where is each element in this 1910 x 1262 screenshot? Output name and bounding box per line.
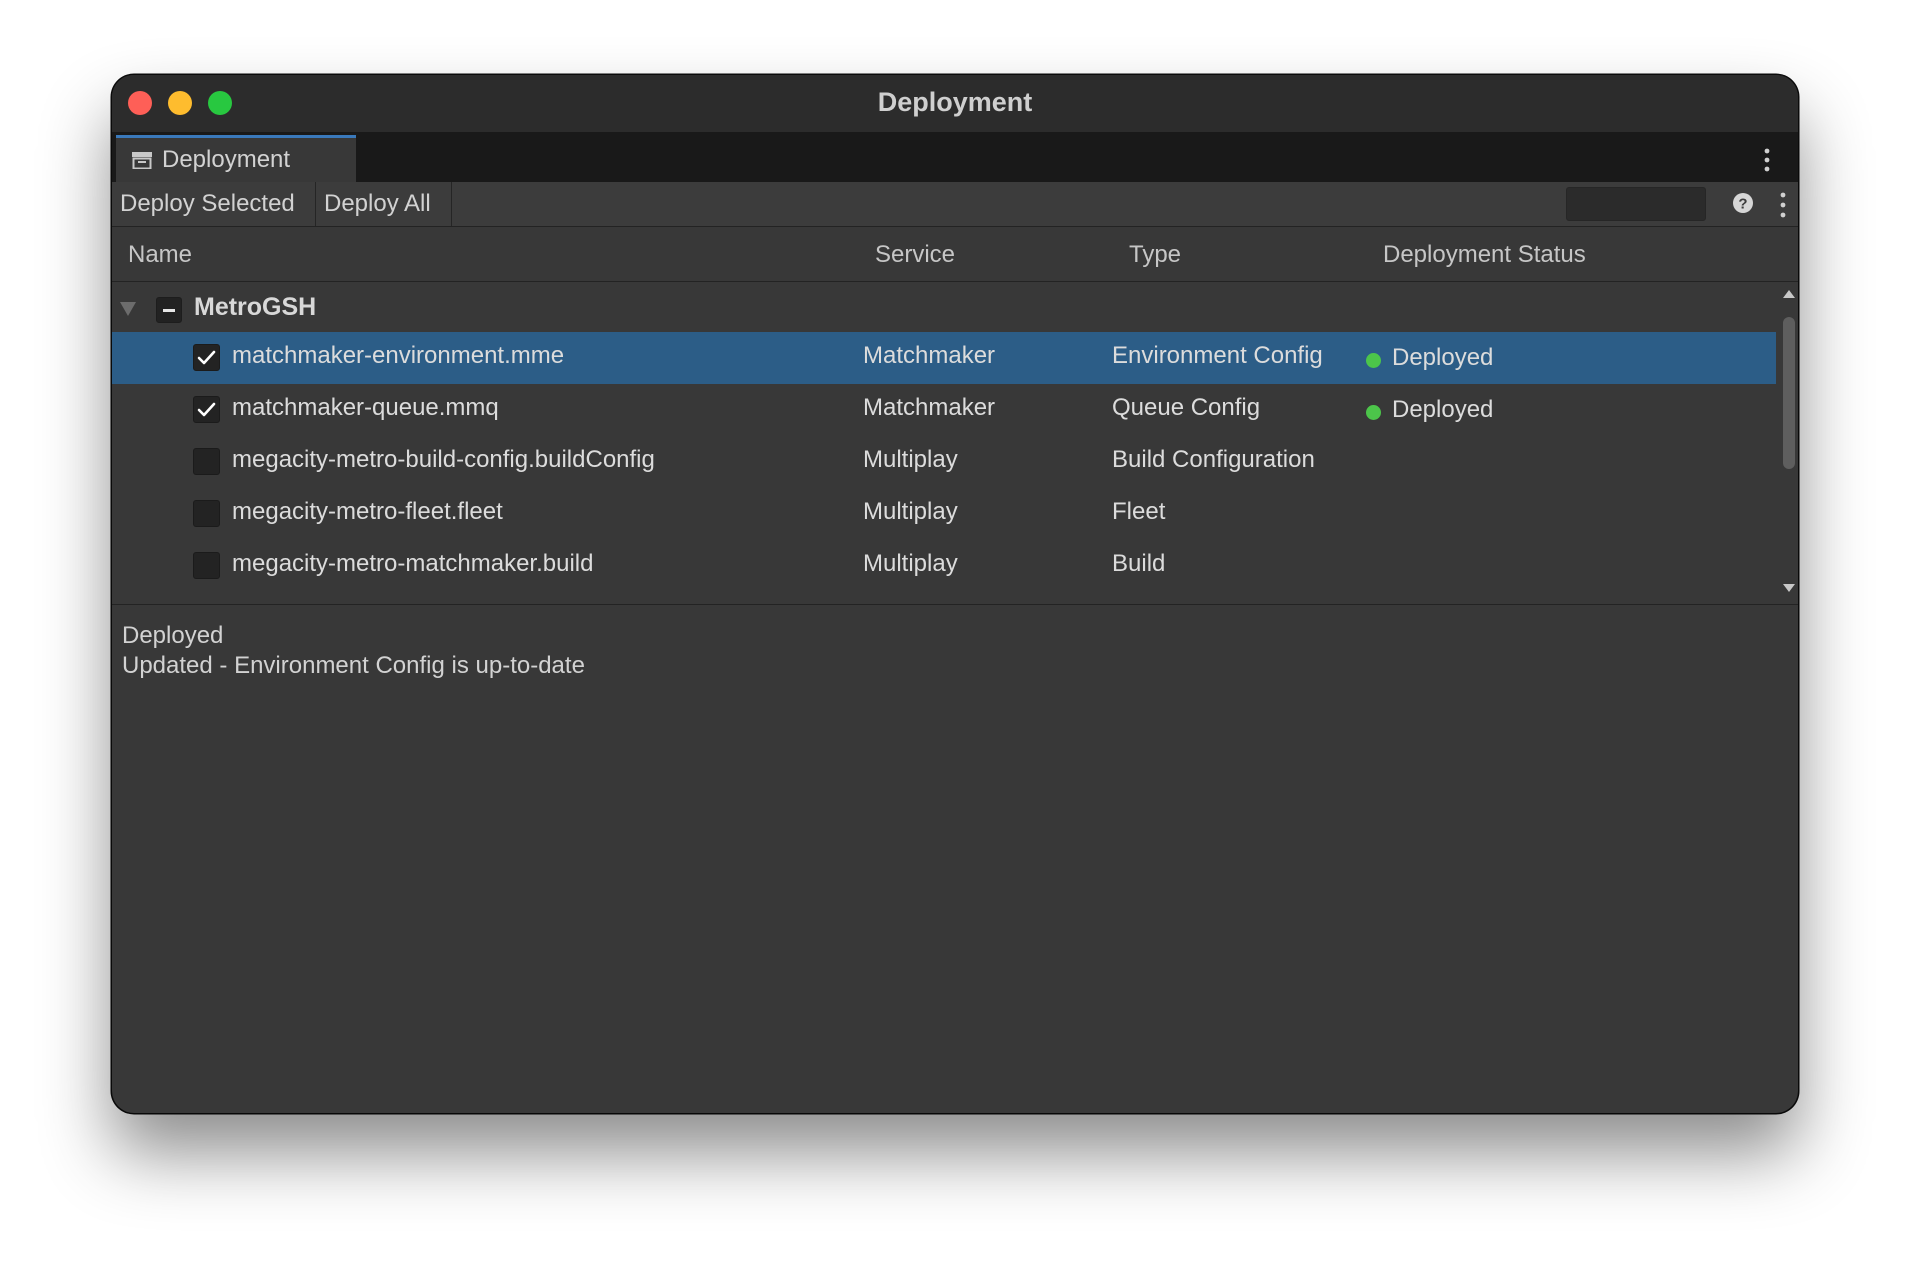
list-item[interactable]: megacity-metro-build-config.buildConfig … [112,436,1776,488]
window-title: Deployment [877,87,1033,117]
item-checkbox[interactable] [193,448,220,475]
group-checkbox[interactable] [156,297,182,323]
item-service: Multiplay [863,550,958,577]
item-checkbox[interactable] [193,344,220,371]
toolbar-kebab-menu-icon[interactable] [1780,192,1786,218]
scrollbar-thumb[interactable] [1783,317,1795,469]
svg-text:?: ? [1738,196,1747,213]
list-item[interactable]: matchmaker-queue.mmq Matchmaker Queue Co… [112,384,1776,436]
tab-bar: Deployment [112,132,1798,182]
column-header-service[interactable]: Service [875,241,955,269]
item-service: Multiplay [863,446,958,473]
item-service: Matchmaker [863,342,996,369]
deploy-all-button[interactable]: Deploy All [316,182,452,226]
item-name: matchmaker-environment.mme [232,342,565,369]
title-bar: Deployment [112,75,1798,132]
item-type: Build [1112,550,1166,577]
mixed-state-dash-icon [163,309,175,312]
deploy-selected-button[interactable]: Deploy Selected [112,182,316,226]
item-name: megacity-metro-fleet.fleet [232,498,503,525]
item-name: matchmaker-queue.mmq [232,394,499,421]
help-icon[interactable]: ? [1732,192,1754,214]
item-checkbox[interactable] [193,500,220,527]
deployment-tree: MetroGSH matchmaker-environment.mme Matc… [112,282,1798,605]
item-service: Multiplay [863,498,958,525]
scroll-down-arrow-icon[interactable] [1783,584,1795,592]
item-type: Fleet [1112,498,1166,525]
item-type: Environment Config [1112,342,1323,369]
scroll-up-arrow-icon[interactable] [1783,290,1795,298]
list-item[interactable]: megacity-metro-fleet.fleet Multiplay Fle… [112,488,1776,540]
item-service: Matchmaker [863,394,996,421]
column-header-deployment-status[interactable]: Deployment Status [1383,241,1586,269]
column-header-name[interactable]: Name [128,241,192,269]
checkmark-icon [197,350,216,365]
disclosure-triangle-icon[interactable] [120,302,136,316]
tab-deployment[interactable]: Deployment [116,135,356,182]
item-checkbox[interactable] [193,396,220,423]
tab-label: Deployment [162,146,291,173]
deployment-window-icon [132,152,152,169]
status-dot-icon [1366,353,1381,368]
column-header-row: Name Service Type Deployment Status [112,227,1798,282]
item-name: megacity-metro-build-config.buildConfig [232,446,655,473]
deployment-window: Deployment Deployment Deploy Selected De… [112,75,1798,1113]
item-checkbox[interactable] [193,552,220,579]
list-item[interactable]: matchmaker-environment.mme Matchmaker En… [112,332,1776,384]
item-status: Deployed [1392,396,1494,423]
group-label: MetroGSH [194,293,317,321]
search-input[interactable] [1566,187,1706,221]
column-header-type[interactable]: Type [1129,241,1181,269]
list-item[interactable]: megacity-metro-matchmaker.build Multipla… [112,540,1776,592]
item-status: Deployed [1392,344,1494,371]
item-type: Build Configuration [1112,446,1315,473]
details-panel: Deployed Updated - Environment Config is… [122,621,585,681]
group-row[interactable]: MetroGSH [112,282,1776,332]
tab-menu-kebab-icon[interactable] [1764,148,1770,172]
details-status: Deployed [122,622,224,649]
vertical-scrollbar[interactable] [1780,282,1798,604]
toolbar: Deploy Selected Deploy All ? [112,182,1798,227]
status-dot-icon [1366,405,1381,420]
item-type: Queue Config [1112,394,1261,421]
details-message: Updated - Environment Config is up-to-da… [122,652,585,679]
checkmark-icon [197,402,216,417]
item-name: megacity-metro-matchmaker.build [232,550,594,577]
